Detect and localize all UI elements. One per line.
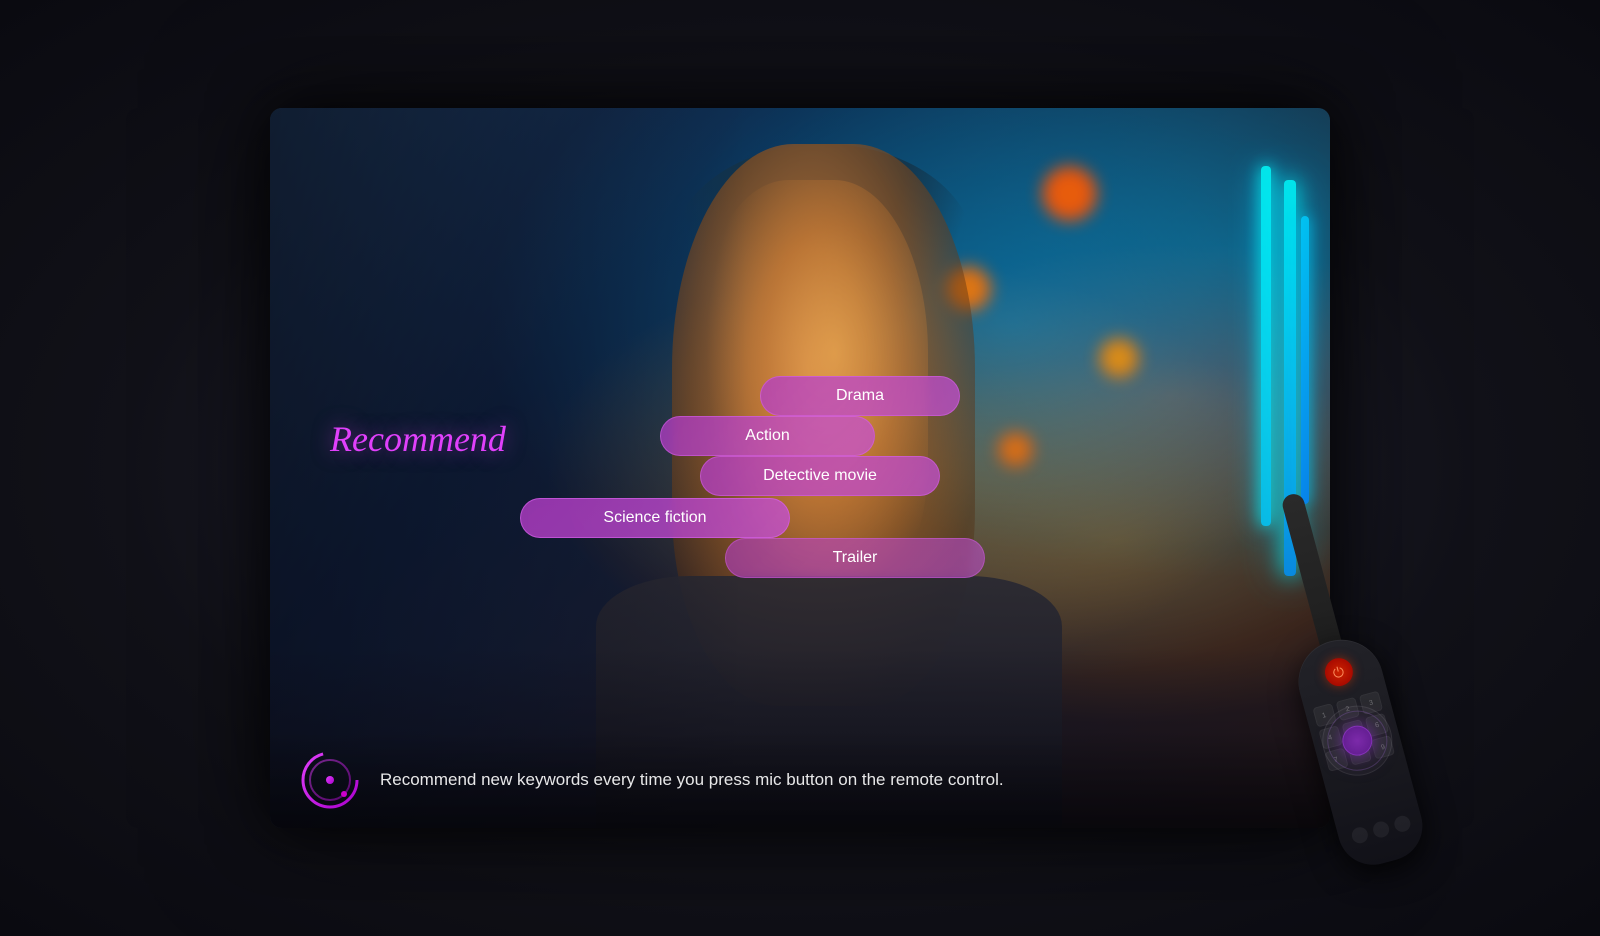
mic-logo (300, 750, 360, 810)
tv-screen: Recommend Drama Action Detective movie S… (270, 108, 1330, 828)
keyword-bubble-action[interactable]: Action (660, 416, 875, 456)
keyword-bubble-drama[interactable]: Drama (760, 376, 960, 416)
keyword-bubble-trailer[interactable]: Trailer (725, 538, 985, 578)
bottom-instruction-text: Recommend new keywords every time you pr… (380, 770, 1004, 790)
tv-wrapper: Recommend Drama Action Detective movie S… (270, 108, 1330, 828)
remote-small-btn-1[interactable] (1350, 826, 1370, 846)
recommend-label: Recommend (330, 418, 506, 460)
keyword-bubble-scifi[interactable]: Science fiction (520, 498, 790, 538)
remote-power-button[interactable] (1321, 655, 1355, 689)
remote-bottom-buttons (1350, 814, 1412, 845)
remote-main: 1 2 3 4 5 6 7 8 9 (1289, 630, 1430, 872)
remote-small-btn-2[interactable] (1371, 820, 1391, 840)
keyword-bubble-detective[interactable]: Detective movie (700, 456, 940, 496)
remote-dpad-ring (1320, 704, 1393, 777)
ui-overlay: Recommend Drama Action Detective movie S… (270, 108, 1330, 828)
bottom-bar: Recommend new keywords every time you pr… (270, 732, 1330, 828)
remote-small-btn-3[interactable] (1392, 814, 1412, 834)
